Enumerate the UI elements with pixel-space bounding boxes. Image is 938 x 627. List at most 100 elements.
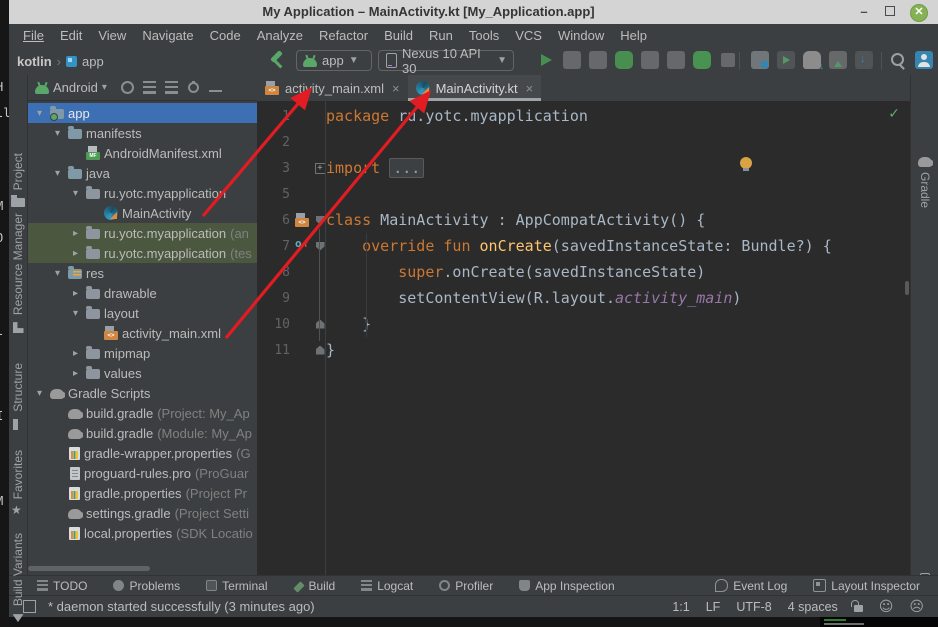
code-editor[interactable]: 1package ru.yotc.myapplication23import .… [257, 101, 910, 575]
target-device-select[interactable]: Nexus 10 API 30 ▼ [378, 50, 514, 71]
tree-item-res[interactable]: ▾res [27, 263, 257, 283]
menu-refactor[interactable]: Refactor [311, 28, 376, 43]
apk-download-icon[interactable] [855, 51, 873, 69]
tree-item-gradle-properties[interactable]: gradle.properties(Project Pr [27, 483, 257, 503]
tree-item-drawable[interactable]: ▸drawable [27, 283, 257, 303]
code-line-1[interactable]: 1package ru.yotc.myapplication [257, 103, 910, 129]
menu-help[interactable]: Help [612, 28, 655, 43]
close-icon[interactable]: ✕ [910, 4, 928, 22]
menu-build[interactable]: Build [376, 28, 421, 43]
tree-toggle-icon[interactable]: ▾ [33, 388, 46, 399]
tree-item-androidmanifest-xml[interactable]: AndroidManifest.xml [27, 143, 257, 163]
sad-face-icon[interactable]: ☹ [909, 600, 924, 614]
toolwindow-button-todo[interactable]: TODO [37, 579, 87, 593]
fold-marker-icon[interactable] [316, 320, 325, 329]
make-project-button[interactable] [268, 52, 285, 69]
toolwindow-button-app-inspection[interactable]: App Inspection [519, 579, 614, 593]
tree-item-proguard-rules-pro[interactable]: proguard-rules.pro(ProGuar [27, 463, 257, 483]
override-method-icon[interactable] [295, 239, 309, 253]
search-icon[interactable] [889, 51, 907, 69]
tree-item-layout[interactable]: ▾layout [27, 303, 257, 323]
tree-toggle-icon[interactable]: ▸ [69, 368, 82, 379]
file-encoding[interactable]: UTF-8 [736, 600, 771, 614]
run-icon[interactable] [537, 51, 555, 69]
tree-toggle-icon[interactable]: ▸ [69, 228, 82, 239]
code-line-11[interactable]: 11} [257, 337, 910, 363]
user-avatar-icon[interactable] [915, 51, 933, 69]
tree-item-values[interactable]: ▸values [27, 363, 257, 383]
breadcrumb-kotlin[interactable]: kotlin [17, 54, 52, 69]
tree-item-app[interactable]: ▾app [27, 103, 257, 123]
stop-icon[interactable] [721, 53, 735, 67]
tree-item-build-gradle[interactable]: build.gradle(Project: My_Ap [27, 403, 257, 423]
close-tab-icon[interactable]: × [392, 81, 400, 96]
stripe-resource-manager[interactable]: Resource Manager [9, 213, 27, 335]
attach-debugger-icon[interactable] [641, 51, 659, 69]
toolwindow-button-problems[interactable]: Problems [113, 579, 180, 593]
layout-file-icon[interactable] [295, 213, 309, 227]
toolwindow-button-layout-inspector[interactable]: Layout Inspector [813, 579, 920, 593]
code-line-6[interactable]: 6class MainActivity : AppCompatActivity(… [257, 207, 910, 233]
caret-position[interactable]: 1:1 [672, 600, 689, 614]
project-structure-icon[interactable] [751, 51, 769, 69]
intention-bulb-icon[interactable] [740, 157, 752, 169]
settings-gear-icon[interactable] [188, 82, 199, 93]
collapse-all-icon[interactable] [143, 81, 156, 94]
stripe-build-variants[interactable]: Build Variants [9, 533, 27, 625]
tree-item-activity-main-xml[interactable]: activity_main.xml [27, 323, 257, 343]
tab-activity-main-xml[interactable]: activity_main.xml× [257, 75, 408, 101]
run-configuration-select[interactable]: app ▼ [296, 50, 372, 71]
toolwindow-button-build[interactable]: Build [294, 579, 336, 593]
tree-item-settings-gradle[interactable]: settings.gradle(Project Setti [27, 503, 257, 523]
minimize-icon[interactable]: – [856, 4, 872, 20]
line-separator[interactable]: LF [706, 600, 721, 614]
happy-face-icon[interactable]: ☺ [879, 600, 894, 614]
locate-icon[interactable] [121, 81, 134, 94]
tree-toggle-icon[interactable]: ▾ [69, 188, 82, 199]
inspection-ok-icon[interactable]: ✓ [888, 106, 900, 122]
code-line-3[interactable]: 3import ... [257, 155, 910, 181]
menu-window[interactable]: Window [550, 28, 612, 43]
menu-file[interactable]: File [15, 28, 52, 43]
fold-marker-icon[interactable] [316, 346, 325, 355]
stripe-structure[interactable]: Structure [9, 363, 27, 432]
toolwindow-button-logcat[interactable]: Logcat [361, 579, 413, 593]
code-line-9[interactable]: 9 setContentView(R.layout.activity_main) [257, 285, 910, 311]
menu-run[interactable]: Run [421, 28, 461, 43]
tree-toggle-icon[interactable]: ▾ [33, 108, 46, 119]
tree-item-java[interactable]: ▾java [27, 163, 257, 183]
close-tab-icon[interactable]: × [526, 81, 534, 96]
hide-icon[interactable] [209, 90, 222, 92]
menu-vcs[interactable]: VCS [507, 28, 550, 43]
gradle-sync-icon[interactable] [803, 51, 821, 69]
tree-item-mipmap[interactable]: ▸mipmap [27, 343, 257, 363]
tree-item-gradle-scripts[interactable]: ▾Gradle Scripts [27, 383, 257, 403]
stripe-gradle[interactable]: Gradle [911, 155, 938, 208]
tree-item-ru-yotc-myapplication[interactable]: ▾ru.yotc.myapplication [27, 183, 257, 203]
apply-changes-icon[interactable] [563, 51, 581, 69]
code-line-8[interactable]: 8 super.onCreate(savedInstanceState) [257, 259, 910, 285]
toolwindow-button-profiler[interactable]: Profiler [439, 579, 493, 593]
code-line-2[interactable]: 2 [257, 129, 910, 155]
tree-item-ru-yotc-myapplication[interactable]: ▸ru.yotc.myapplication(an [27, 223, 257, 243]
profiler-icon[interactable] [667, 51, 685, 69]
sdk-manager-icon[interactable] [829, 51, 847, 69]
tree-item-mainactivity[interactable]: MainActivity [27, 203, 257, 223]
tree-item-ru-yotc-myapplication[interactable]: ▸ru.yotc.myapplication(tes [27, 243, 257, 263]
fold-marker-icon[interactable] [315, 163, 326, 174]
tree-item-gradle-wrapper-properties[interactable]: gradle-wrapper.properties(G [27, 443, 257, 463]
code-line-5[interactable]: 5 [257, 181, 910, 207]
restore-icon[interactable] [882, 4, 898, 20]
profile-debuggable-icon[interactable] [693, 51, 711, 69]
code-line-7[interactable]: 7 override fun onCreate(savedInstanceSta… [257, 233, 910, 259]
tree-item-manifests[interactable]: ▾manifests [27, 123, 257, 143]
indent-setting[interactable]: 4 spaces [788, 600, 838, 614]
chevron-down-icon[interactable]: ▾ [102, 82, 107, 93]
apply-code-changes-icon[interactable] [589, 51, 607, 69]
fold-marker-icon[interactable] [316, 242, 325, 251]
tab-mainactivity-kt[interactable]: MainActivity.kt× [408, 75, 542, 101]
menu-tools[interactable]: Tools [461, 28, 507, 43]
menu-navigate[interactable]: Navigate [134, 28, 201, 43]
menu-edit[interactable]: Edit [52, 28, 90, 43]
tree-toggle-icon[interactable]: ▾ [51, 128, 64, 139]
